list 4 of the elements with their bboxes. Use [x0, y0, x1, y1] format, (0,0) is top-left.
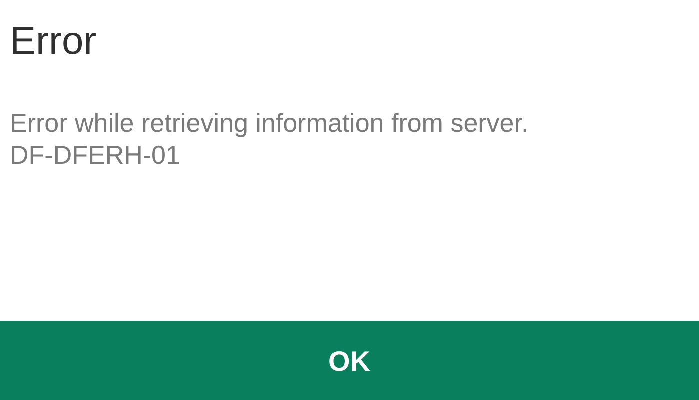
- error-code: DF-DFERH-01: [10, 139, 180, 171]
- ok-button[interactable]: OK: [0, 321, 699, 400]
- error-message: Error while retrieving information from server.: [10, 107, 529, 139]
- dialog-title: Error: [10, 22, 97, 61]
